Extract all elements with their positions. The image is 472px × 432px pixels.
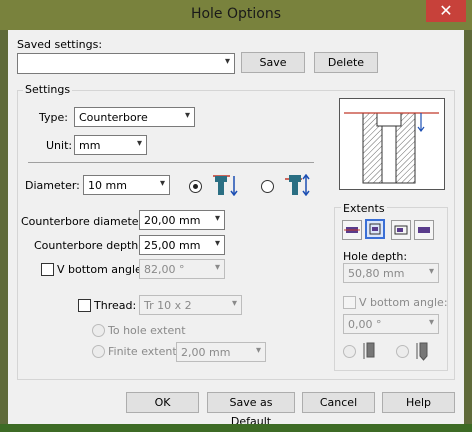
flat-bottom-icon [363,342,375,359]
hole-depth-value: 50,80 mm [348,267,405,280]
title-bar[interactable]: Hole Options ✕ [0,0,472,30]
unit-value: mm [79,139,101,152]
help-button[interactable]: Help [382,392,455,413]
chevron-down-icon: ▾ [214,238,220,249]
angled-bottom-icon [416,342,428,361]
extent-to-surface-icon[interactable] [414,220,434,240]
finite-extent-radio[interactable] [92,345,105,358]
chevron-down-icon: ▾ [428,266,434,277]
finite-extent-label: Finite extent [108,345,177,358]
type-value: Counterbore [79,111,148,124]
chevron-down-icon: ▾ [255,345,261,356]
finite-extent-value: 2,00 mm [181,346,231,359]
counterbore-depth-label: Counterbore depth: [34,239,142,252]
thread-value: Tr 10 x 2 [144,299,192,312]
counterbore-diameter-label: Counterbore diameter: [21,215,147,228]
hole-options-dialog: Hole Options ✕ Saved settings: ▾ Save De… [0,0,472,432]
extent-through-icon[interactable] [365,219,385,239]
save-as-default-button[interactable]: Save as Default [207,392,295,428]
divider [28,162,314,163]
extent-blind-icon[interactable] [342,220,362,240]
chevron-down-icon: ▾ [136,138,142,149]
counterbore-bottom-icon [285,174,310,196]
extents-title: Extents [341,202,387,215]
thread-label: Thread: [94,299,137,312]
unit-label: Unit: [46,139,73,152]
save-button[interactable]: Save [241,52,305,73]
saved-settings-label: Saved settings: [17,38,103,51]
extent-to-face-icon[interactable] [391,220,411,240]
diameter-label: Diameter: [25,179,80,192]
diameter-value: 10 mm [88,179,127,192]
to-hole-extent-label: To hole extent [108,324,186,337]
extent-v-bottom-label: V bottom angle: [359,296,448,309]
dialog-client: Saved settings: ▾ Save Delete Settings T… [8,30,464,428]
window-title: Hole Options [190,6,282,22]
extent-flat-radio[interactable] [343,345,356,358]
chevron-down-icon: ▾ [184,110,190,121]
hole-depth-label: Hole depth: [343,250,408,263]
counterbore-depth-value: 25,00 mm [144,239,201,252]
chevron-down-icon: ▾ [159,178,165,189]
finite-extent-select[interactable]: 2,00 mm ▾ [176,342,266,362]
chevron-down-icon: ▾ [231,298,237,309]
cancel-button[interactable]: Cancel [302,392,375,413]
v-bottom-angle-value: 82,00 ° [144,263,185,276]
hole-preview-image [339,98,445,190]
chevron-down-icon: ▾ [214,262,220,273]
delete-button[interactable]: Delete [314,52,378,73]
extent-v-bottom-checkbox[interactable] [343,296,356,309]
settings-group-title: Settings [23,83,73,96]
type-select[interactable]: Counterbore ▾ [74,107,195,127]
extent-v-bottom-value: 0,00 ° [348,318,382,331]
saved-settings-select[interactable]: ▾ [17,53,235,74]
v-bottom-angle-label: V bottom angle: [57,263,146,276]
chevron-down-icon: ▾ [428,317,434,328]
to-hole-extent-radio[interactable] [92,324,105,337]
diameter-at-top-radio[interactable] [189,180,202,193]
diameter-at-bottom-radio[interactable] [261,180,274,193]
desktop-strip [0,424,472,432]
counterbore-top-icon [213,175,238,196]
close-icon[interactable]: ✕ [426,0,466,22]
ok-button[interactable]: OK [126,392,199,413]
counterbore-diameter-value: 20,00 mm [144,214,201,227]
extent-v-bottom-select[interactable]: 0,00 ° ▾ [343,314,439,334]
chevron-down-icon: ▾ [224,56,230,67]
counterbore-depth-select[interactable]: 25,00 mm ▾ [139,235,225,255]
thread-checkbox[interactable] [78,299,91,312]
chevron-down-icon: ▾ [214,213,220,224]
type-label: Type: [39,111,68,124]
hole-depth-select[interactable]: 50,80 mm ▾ [343,263,439,283]
diameter-select[interactable]: 10 mm ▾ [83,175,170,195]
v-bottom-angle-checkbox[interactable] [41,263,54,276]
unit-select[interactable]: mm ▾ [74,135,147,155]
extent-angled-radio[interactable] [396,345,409,358]
v-bottom-angle-select[interactable]: 82,00 ° ▾ [139,259,225,279]
counterbore-diameter-select[interactable]: 20,00 mm ▾ [139,210,225,230]
thread-select[interactable]: Tr 10 x 2 ▾ [139,295,242,315]
